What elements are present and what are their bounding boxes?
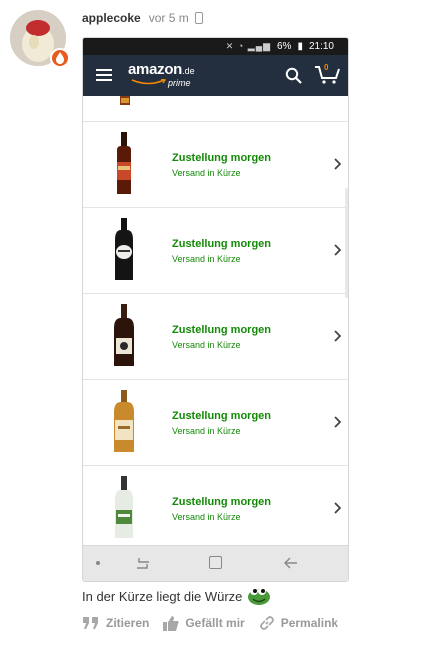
list-item[interactable]: Zustellung morgen Versand in Kürze (83, 122, 348, 208)
recent-apps-icon[interactable] (135, 556, 151, 570)
amazon-prime-logo[interactable]: amazon.de prime (128, 62, 195, 88)
forum-post: applecoke vor 5 m ✕ ◔ ▂▄▆ 6% ▮ 21:10 ama… (0, 0, 440, 645)
list-item[interactable]: Zustellung morgen Versand in Kürze (83, 380, 348, 466)
spiced-rum-bottle-image (114, 304, 134, 366)
menu-icon[interactable] (96, 69, 112, 81)
back-icon[interactable] (283, 556, 299, 570)
chevron-right-icon[interactable] (333, 244, 341, 256)
whisky-bottle-image (114, 390, 134, 452)
delivery-status: Zustellung morgen (172, 152, 271, 164)
delivery-status: Zustellung morgen (172, 238, 271, 250)
permalink-button[interactable]: Permalink (259, 615, 338, 631)
list-item[interactable]: Zustellung morgen Versand in Kürze (83, 466, 348, 546)
post-actions: Zitieren Gefällt mir Permalink (82, 615, 352, 631)
shipping-note: Versand in Kürze (172, 254, 241, 264)
chevron-right-icon[interactable] (333, 502, 341, 514)
shipping-note: Versand in Kürze (172, 426, 241, 436)
delivery-status: Zustellung morgen (172, 496, 271, 508)
clear-spirit-bottle-image (115, 476, 133, 538)
chevron-right-icon[interactable] (333, 330, 341, 342)
attached-screenshot[interactable]: ✕ ◔ ▂▄▆ 6% ▮ 21:10 amazon.de prime 0 Zus… (82, 37, 349, 582)
like-button[interactable]: Gefällt mir (163, 615, 245, 631)
thumbs-up-icon (163, 615, 179, 631)
delivery-status: Zustellung morgen (172, 324, 271, 336)
flame-badge-icon (50, 48, 70, 68)
post-meta: applecoke vor 5 m (82, 9, 203, 27)
post-caption: In der Kürze liegt die Würze (82, 586, 272, 606)
post-time: vor 5 m (148, 11, 189, 25)
shipping-note: Versand in Kürze (172, 168, 241, 178)
rum-bottle-image (117, 132, 131, 194)
search-icon[interactable] (285, 67, 302, 84)
signal-icons: ✕ ◔ ▂▄▆ (225, 41, 271, 51)
clock: 21:10 (308, 41, 334, 52)
list-item[interactable]: Zustellung morgen Versand in Kürze (83, 294, 348, 380)
nav-dot-icon (96, 561, 100, 565)
smiley-emoji-icon (248, 587, 271, 605)
list-item-partial[interactable] (83, 96, 348, 122)
mobile-device-icon (194, 12, 203, 24)
phone-status-bar: ✕ ◔ ▂▄▆ 6% ▮ 21:10 (83, 38, 348, 55)
order-list: Zustellung morgen Versand in Kürze Zuste… (83, 96, 348, 546)
quote-icon (83, 617, 98, 629)
chevron-right-icon[interactable] (333, 158, 341, 170)
list-item[interactable]: Zustellung morgen Versand in Kürze (83, 208, 348, 294)
delivery-status: Zustellung morgen (172, 410, 271, 422)
battery-icon: ▮ (297, 41, 303, 52)
gin-bottle-image (115, 218, 133, 280)
link-icon (259, 616, 274, 630)
cart-count: 0 (324, 63, 329, 72)
chevron-right-icon[interactable] (333, 416, 341, 428)
battery-level: 6% (277, 41, 292, 52)
shipping-note: Versand in Kürze (172, 340, 241, 350)
amazon-header: amazon.de prime 0 (83, 55, 348, 96)
scrollbar[interactable] (345, 188, 348, 298)
quote-button[interactable]: Zitieren (82, 616, 149, 630)
shipping-note: Versand in Kürze (172, 512, 241, 522)
android-nav-bar (83, 545, 348, 581)
username[interactable]: applecoke (82, 11, 141, 25)
home-icon[interactable] (209, 556, 222, 569)
